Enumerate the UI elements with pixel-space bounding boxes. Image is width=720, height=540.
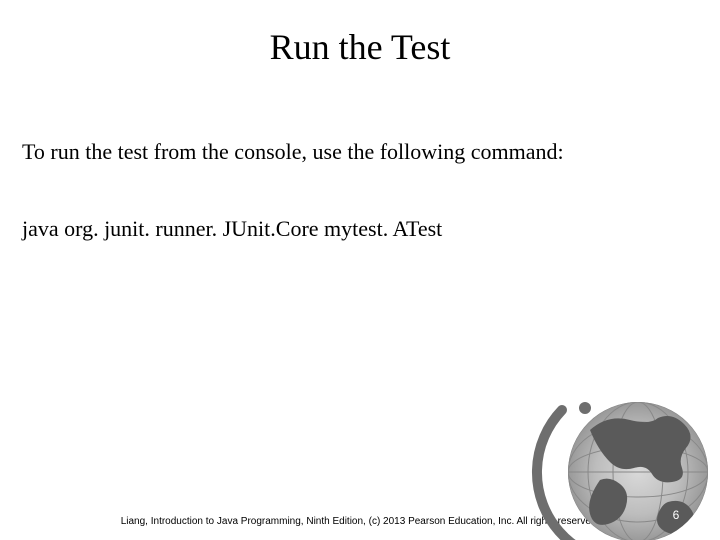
slide: Run the Test To run the test from the co… [0,0,720,540]
globe-icon [530,370,720,540]
page-number: 6 [666,508,686,522]
body-paragraph: To run the test from the console, use th… [22,138,698,166]
globe-decoration [530,370,720,540]
command-line: java org. junit. runner. JUnit.Core myte… [22,215,698,243]
footer-copyright: Liang, Introduction to Java Programming,… [120,516,600,529]
slide-title: Run the Test [0,26,720,68]
